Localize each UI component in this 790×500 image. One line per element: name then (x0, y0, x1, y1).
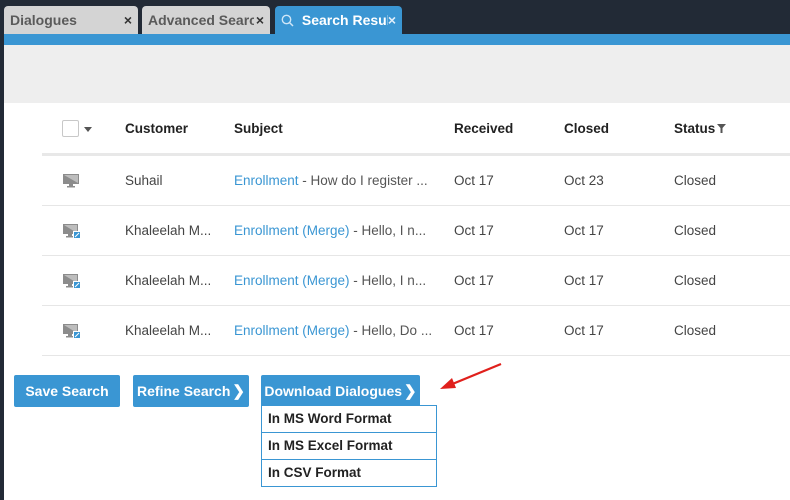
column-header-status-label: Status (674, 121, 716, 136)
close-icon[interactable]: × (255, 12, 264, 28)
caret-down-icon[interactable] (84, 127, 92, 132)
subject-preview: - Hello, Do ... (349, 323, 433, 338)
cell-received: Oct 17 (454, 223, 494, 238)
tab-label: Advanced Search (148, 12, 254, 28)
cell-received: Oct 17 (454, 173, 494, 188)
chevron-right-icon: ❯ (404, 383, 417, 400)
table-row[interactable]: Khaleelah M... Enrollment (Merge) - Hello… (42, 256, 790, 306)
column-header-received[interactable]: Received (454, 103, 513, 155)
column-header-status[interactable]: Status (674, 103, 727, 155)
tab-dialogues[interactable]: Dialogues × (4, 6, 138, 35)
subject-link[interactable]: Enrollment (234, 173, 299, 188)
column-header-subject[interactable]: Subject (234, 103, 283, 155)
table-row[interactable]: Khaleelah M... Enrollment (Merge) - Hello… (42, 206, 790, 256)
cell-received: Oct 17 (454, 273, 494, 288)
menu-item-word[interactable]: In MS Word Format (262, 406, 436, 432)
tab-label: Dialogues (10, 12, 77, 28)
cell-closed: Oct 23 (564, 173, 604, 188)
tab-content-strip (4, 34, 790, 45)
tab-search-result[interactable]: Search Result × (275, 6, 402, 35)
subject-preview: - Hello, I n... (349, 273, 427, 288)
cell-customer: Suhail (125, 173, 163, 188)
monitor-icon (62, 173, 80, 194)
table-header: Customer Subject Received Closed Status (42, 103, 790, 156)
subject-preview: - How do I register ... (298, 173, 428, 188)
column-header-closed[interactable]: Closed (564, 103, 609, 155)
refine-search-label: Refine Search (137, 383, 231, 399)
cell-closed: Oct 17 (564, 273, 604, 288)
cell-closed: Oct 17 (564, 223, 604, 238)
tab-bar: Dialogues × Advanced Search × Search Res… (0, 0, 790, 35)
cell-subject[interactable]: Enrollment (Merge) - Hello, Do ... (234, 306, 432, 356)
cell-customer: Khaleelah M... (125, 323, 212, 338)
cell-status: Closed (674, 173, 717, 188)
subject-link[interactable]: Enrollment (Merge) (234, 323, 350, 338)
cell-customer: Khaleelah M... (125, 273, 212, 288)
monitor-merge-icon (62, 223, 82, 245)
cell-status: Closed (674, 273, 717, 288)
cell-closed: Oct 17 (564, 323, 604, 338)
tab-label: Search Result (301, 12, 396, 28)
close-icon[interactable]: × (387, 12, 396, 28)
subject-preview: - Hello, I n... (349, 223, 427, 238)
search-icon (281, 14, 294, 27)
table-row[interactable]: Khaleelah M... Enrollment (Merge) - Hello… (42, 306, 790, 356)
cell-subject[interactable]: Enrollment - How do I register ... (234, 156, 428, 206)
table-row[interactable]: Suhail Enrollment - How do I register ...… (42, 156, 790, 206)
download-dialogues-label: Download Dialogues (264, 383, 403, 399)
cell-customer: Khaleelah M... (125, 223, 212, 238)
monitor-merge-icon (62, 273, 82, 295)
download-dialogues-button[interactable]: Download Dialogues ❯ (261, 375, 420, 407)
search-results-panel: Customer Subject Received Closed Status … (4, 103, 790, 500)
annotation-arrow-icon (440, 362, 502, 389)
cell-subject[interactable]: Enrollment (Merge) - Hello, I n... (234, 256, 426, 306)
menu-item-excel[interactable]: In MS Excel Format (262, 432, 436, 459)
close-icon[interactable]: × (124, 12, 132, 28)
chevron-right-icon: ❯ (232, 383, 245, 400)
subject-link[interactable]: Enrollment (Merge) (234, 223, 350, 238)
menu-item-csv[interactable]: In CSV Format (262, 459, 436, 486)
refine-search-button[interactable]: Refine Search ❯ (133, 375, 249, 407)
select-all-checkbox[interactable] (62, 120, 79, 137)
download-format-menu: In MS Word Format In MS Excel Format In … (261, 405, 437, 487)
column-header-customer[interactable]: Customer (125, 103, 188, 155)
toolbar-panel (4, 45, 790, 103)
cell-subject[interactable]: Enrollment (Merge) - Hello, I n... (234, 206, 426, 256)
cell-status: Closed (674, 323, 717, 338)
cell-received: Oct 17 (454, 323, 494, 338)
tab-advanced-search[interactable]: Advanced Search × (142, 6, 270, 35)
monitor-merge-icon (62, 323, 82, 345)
save-search-button[interactable]: Save Search (14, 375, 120, 407)
subject-link[interactable]: Enrollment (Merge) (234, 273, 350, 288)
results-table: Customer Subject Received Closed Status … (42, 103, 790, 356)
filter-icon[interactable] (717, 124, 727, 133)
cell-status: Closed (674, 223, 717, 238)
